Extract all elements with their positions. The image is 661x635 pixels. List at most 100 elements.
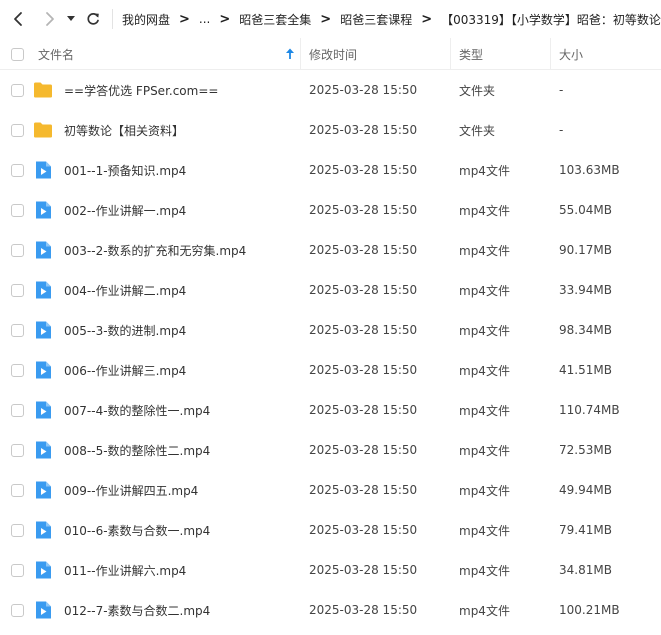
file-size: 110.74MB <box>559 403 620 417</box>
file-type: mp4文件 <box>459 243 510 258</box>
video-file-icon <box>33 600 53 620</box>
video-file-icon <box>33 440 53 460</box>
row-checkbox[interactable] <box>11 364 24 377</box>
refresh-button[interactable] <box>82 0 104 38</box>
file-size: 49.94MB <box>559 483 612 497</box>
row-checkbox[interactable] <box>11 484 24 497</box>
row-checkbox[interactable] <box>11 124 24 137</box>
file-row[interactable]: 初等数论【相关资料】 2025-03-28 15:50 文件夹 - <box>0 110 661 150</box>
file-type: mp4文件 <box>459 443 510 458</box>
file-row[interactable]: 008--5-数的整除性二.mp4 2025-03-28 15:50 mp4文件 72… <box>0 430 661 470</box>
breadcrumb-item-ellipsis[interactable]: ... <box>199 12 210 26</box>
file-name[interactable]: 005--3-数的进制.mp4 <box>64 310 186 350</box>
file-row[interactable]: 002--作业讲解一.mp4 2025-03-28 15:50 mp4文件 55.04… <box>0 190 661 230</box>
breadcrumb: 我的网盘 > ... > 昭爸三套全集 > 昭爸三套课程 > 【003319】【… <box>122 0 661 38</box>
select-all-checkbox[interactable] <box>11 48 24 61</box>
row-checkbox[interactable] <box>11 164 24 177</box>
file-size: 33.94MB <box>559 283 612 297</box>
file-size: 98.34MB <box>559 323 612 337</box>
file-name[interactable]: 012--7-素数与合数二.mp4 <box>64 590 210 630</box>
file-name[interactable]: 001--1-预备知识.mp4 <box>64 150 186 190</box>
breadcrumb-item-my-drive[interactable]: 我的网盘 <box>122 11 170 28</box>
file-size: 72.53MB <box>559 443 612 457</box>
folder-icon <box>33 80 53 100</box>
column-divider[interactable] <box>450 38 451 70</box>
file-name[interactable]: 初等数论【相关资料】 <box>64 110 184 150</box>
file-modified: 2025-03-28 15:50 <box>309 403 418 417</box>
history-dropdown-button[interactable] <box>64 0 78 38</box>
file-modified: 2025-03-28 15:50 <box>309 523 418 537</box>
row-checkbox[interactable] <box>11 524 24 537</box>
file-name[interactable]: 011--作业讲解六.mp4 <box>64 550 186 590</box>
file-row[interactable]: 001--1-预备知识.mp4 2025-03-28 15:50 mp4文件 103.… <box>0 150 661 190</box>
column-header-type[interactable]: 类型 <box>459 38 483 70</box>
file-modified: 2025-03-28 15:50 <box>309 203 418 217</box>
file-row[interactable]: 012--7-素数与合数二.mp4 2025-03-28 15:50 mp4文件 10… <box>0 590 661 630</box>
file-row[interactable]: 003--2-数系的扩充和无穷集.mp4 2025-03-28 15:50 mp4文… <box>0 230 661 270</box>
breadcrumb-item-collection[interactable]: 昭爸三套全集 <box>239 11 311 28</box>
file-name[interactable]: 007--4-数的整除性一.mp4 <box>64 390 210 430</box>
breadcrumb-item-current[interactable]: 【003319】【小学数学】昭爸：初等数论 <box>441 11 661 28</box>
file-name[interactable]: 004--作业讲解二.mp4 <box>64 270 186 310</box>
back-button[interactable] <box>6 0 30 38</box>
forward-button[interactable] <box>38 0 62 38</box>
file-row[interactable]: 005--3-数的进制.mp4 2025-03-28 15:50 mp4文件 98.3… <box>0 310 661 350</box>
file-type: mp4文件 <box>459 283 510 298</box>
breadcrumb-item-courses[interactable]: 昭爸三套课程 <box>340 11 412 28</box>
row-checkbox[interactable] <box>11 84 24 97</box>
file-row[interactable]: 004--作业讲解二.mp4 2025-03-28 15:50 mp4文件 33.94… <box>0 270 661 310</box>
file-modified: 2025-03-28 15:50 <box>309 443 418 457</box>
file-name[interactable]: 010--6-素数与合数一.mp4 <box>64 510 210 550</box>
column-divider[interactable] <box>550 38 551 70</box>
row-checkbox[interactable] <box>11 404 24 417</box>
breadcrumb-separator: > <box>320 11 332 27</box>
file-modified: 2025-03-28 15:50 <box>309 243 418 257</box>
video-file-icon <box>33 200 53 220</box>
video-file-icon <box>33 160 53 180</box>
column-header-name[interactable]: 文件名 <box>38 38 74 70</box>
file-row[interactable]: 010--6-素数与合数一.mp4 2025-03-28 15:50 mp4文件 79… <box>0 510 661 550</box>
row-checkbox[interactable] <box>11 204 24 217</box>
file-list-header: 文件名 修改时间 类型 大小 <box>0 38 661 70</box>
chevron-right-icon <box>46 12 54 26</box>
row-checkbox[interactable] <box>11 324 24 337</box>
file-name[interactable]: 008--5-数的整除性二.mp4 <box>64 430 210 470</box>
file-modified: 2025-03-28 15:50 <box>309 603 418 617</box>
toolbar: 我的网盘 > ... > 昭爸三套全集 > 昭爸三套课程 > 【003319】【… <box>0 0 661 38</box>
file-modified: 2025-03-28 15:50 <box>309 363 418 377</box>
file-modified: 2025-03-28 15:50 <box>309 83 418 97</box>
file-modified: 2025-03-28 15:50 <box>309 123 418 137</box>
column-header-size[interactable]: 大小 <box>559 38 583 70</box>
file-name[interactable]: 006--作业讲解三.mp4 <box>64 350 186 390</box>
row-checkbox[interactable] <box>11 444 24 457</box>
file-row[interactable]: 009--作业讲解四五.mp4 2025-03-28 15:50 mp4文件 49.9… <box>0 470 661 510</box>
file-size: 90.17MB <box>559 243 612 257</box>
column-header-modified[interactable]: 修改时间 <box>309 38 357 70</box>
video-file-icon <box>33 520 53 540</box>
file-name[interactable]: 002--作业讲解一.mp4 <box>64 190 186 230</box>
row-checkbox[interactable] <box>11 604 24 617</box>
file-row[interactable]: 006--作业讲解三.mp4 2025-03-28 15:50 mp4文件 41.51… <box>0 350 661 390</box>
file-modified: 2025-03-28 15:50 <box>309 483 418 497</box>
refresh-icon <box>87 13 99 25</box>
file-row[interactable]: 007--4-数的整除性一.mp4 2025-03-28 15:50 mp4文件 11… <box>0 390 661 430</box>
file-type: mp4文件 <box>459 203 510 218</box>
file-modified: 2025-03-28 15:50 <box>309 163 418 177</box>
file-modified: 2025-03-28 15:50 <box>309 323 418 337</box>
column-divider[interactable] <box>300 38 301 70</box>
file-name[interactable]: ==学答优选 FPSer.com== <box>64 70 218 110</box>
sort-ascending-icon[interactable] <box>285 48 295 60</box>
row-checkbox[interactable] <box>11 244 24 257</box>
file-row[interactable]: ==学答优选 FPSer.com== 2025-03-28 15:50 文件夹 - <box>0 70 661 110</box>
file-row[interactable]: 011--作业讲解六.mp4 2025-03-28 15:50 mp4文件 34.81… <box>0 550 661 590</box>
video-file-icon <box>33 280 53 300</box>
row-checkbox[interactable] <box>11 284 24 297</box>
file-size: 79.41MB <box>559 523 612 537</box>
file-modified: 2025-03-28 15:50 <box>309 563 418 577</box>
video-file-icon <box>33 320 53 340</box>
file-name[interactable]: 009--作业讲解四五.mp4 <box>64 470 198 510</box>
row-checkbox[interactable] <box>11 564 24 577</box>
file-size: 41.51MB <box>559 363 612 377</box>
file-name[interactable]: 003--2-数系的扩充和无穷集.mp4 <box>64 230 246 270</box>
breadcrumb-separator: > <box>179 11 190 27</box>
